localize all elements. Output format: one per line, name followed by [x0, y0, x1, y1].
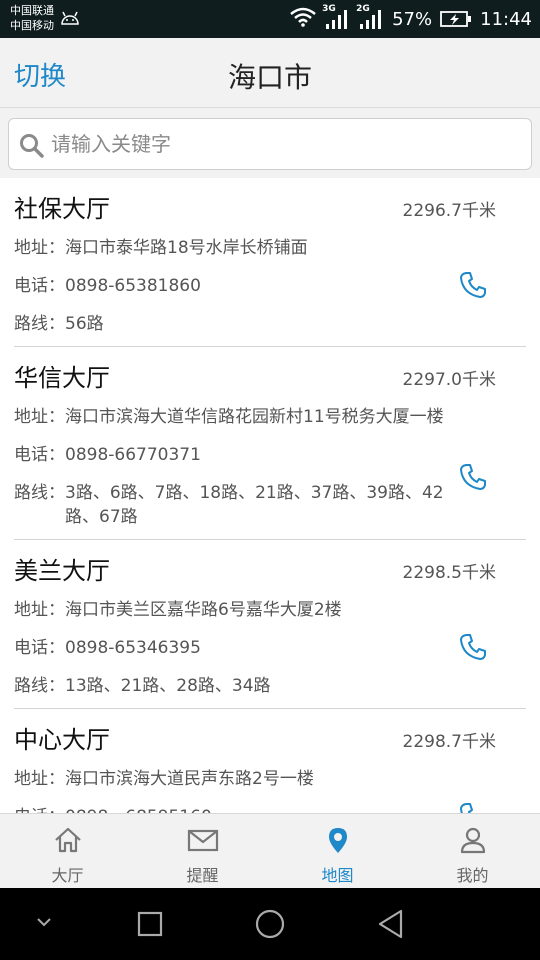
phone-value: 0898-65346395	[65, 638, 201, 658]
hall-distance: 2296.7千米	[402, 201, 496, 221]
address-value: 海口市滨海大道华信路花园新村11号税务大厦一楼	[65, 407, 444, 427]
hall-phone: 电话： 0898-65381860	[14, 268, 526, 306]
call-phone-icon[interactable]	[458, 270, 488, 300]
hall-route: 路线： 13路、21路、28路、34路	[14, 668, 526, 706]
clock: 11:44	[480, 8, 532, 30]
home-button-icon[interactable]	[254, 908, 286, 944]
hall-phone: 电话： 0898—68595160	[14, 799, 526, 813]
address-label: 地址：	[14, 769, 65, 789]
battery-percent: 57%	[392, 8, 433, 30]
route-value: 56路	[65, 314, 104, 334]
wifi-icon	[290, 7, 316, 32]
network-2g-label: 2G	[356, 4, 370, 14]
phone-label: 电话：	[14, 805, 65, 813]
phone-label: 电话：	[14, 445, 65, 465]
tab-hall[interactable]: 大厅	[0, 814, 135, 888]
phone-value: 0898-65381860	[65, 276, 201, 296]
search-box[interactable]	[8, 118, 532, 170]
hall-distance: 2297.0千米	[402, 370, 496, 390]
signal-2g-icon: 2G	[356, 4, 384, 30]
status-bar: 中国联通 中国移动 3G 2G 57% 11:44	[0, 0, 540, 38]
page-title: 海口市	[227, 61, 312, 94]
user-icon	[459, 826, 487, 858]
call-phone-icon[interactable]	[458, 632, 488, 662]
hall-address: 地址： 海口市滨海大道民声东路2号一楼	[14, 761, 526, 799]
android-icon	[60, 10, 80, 29]
carrier-2: 中国移动	[10, 19, 54, 32]
list-item[interactable]: 社保大厅 2296.7千米 地址： 海口市泰华路18号水岸长桥铺面 电话： 08…	[14, 178, 526, 347]
phone-value: 0898-66770371	[65, 445, 201, 465]
tab-reminder[interactable]: 提醒	[135, 814, 270, 888]
search-area	[0, 108, 540, 178]
tab-label: 大厅	[51, 866, 84, 885]
tab-label: 我的	[456, 866, 489, 885]
hall-address: 地址： 海口市泰华路18号水岸长桥铺面	[14, 230, 526, 268]
address-value: 海口市滨海大道民声东路2号一楼	[65, 769, 314, 789]
status-icons: 3G 2G 57% 11:44	[290, 0, 532, 38]
address-value: 海口市美兰区嘉华路6号嘉华大厦2楼	[65, 600, 342, 620]
address-value: 海口市泰华路18号水岸长桥铺面	[65, 238, 308, 258]
route-value: 13路、21路、28路、34路	[65, 676, 271, 696]
call-phone-icon[interactable]	[458, 801, 488, 813]
hall-address: 地址： 海口市滨海大道华信路花园新村11号税务大厦一楼	[14, 399, 526, 437]
system-nav-bar	[0, 888, 540, 960]
list-item[interactable]: 中心大厅 2298.7千米 地址： 海口市滨海大道民声东路2号一楼 电话： 08…	[14, 709, 526, 813]
hall-distance: 2298.5千米	[402, 563, 496, 583]
route-label: 路线：	[14, 483, 65, 503]
hall-address: 地址： 海口市美兰区嘉华路6号嘉华大厦2楼	[14, 592, 526, 630]
list-item[interactable]: 华信大厅 2297.0千米 地址： 海口市滨海大道华信路花园新村11号税务大厦一…	[14, 347, 526, 540]
home-icon	[53, 826, 83, 858]
call-phone-icon[interactable]	[458, 462, 488, 492]
network-3g-label: 3G	[322, 4, 336, 14]
route-label: 路线：	[14, 314, 65, 334]
hall-phone: 电话： 0898-66770371	[14, 437, 526, 475]
map-pin-icon	[324, 826, 352, 858]
hall-distance: 2298.7千米	[402, 732, 496, 752]
mail-icon	[187, 826, 219, 858]
tab-map[interactable]: 地图	[270, 814, 405, 888]
address-label: 地址：	[14, 407, 65, 427]
recent-apps-icon[interactable]	[136, 910, 164, 942]
carrier-1: 中国联通	[10, 4, 54, 17]
phone-label: 电话：	[14, 276, 65, 296]
tab-label: 提醒	[186, 866, 219, 885]
hall-route: 路线： 56路	[14, 306, 526, 344]
route-value: 3路、6路、7路、18路、21路、37路、39路、42路、67路	[65, 483, 444, 527]
hall-route: 路线： 3路、6路、7路、18路、21路、37路、39路、42路、67路	[14, 475, 526, 537]
address-label: 地址：	[14, 600, 65, 620]
hall-phone: 电话： 0898-65346395	[14, 630, 526, 668]
carrier-info: 中国联通 中国移动	[10, 3, 54, 33]
header-bar: 切换 海口市	[0, 38, 540, 108]
list-item[interactable]: 美兰大厅 2298.5千米 地址： 海口市美兰区嘉华路6号嘉华大厦2楼 电话： …	[14, 540, 526, 709]
search-icon	[19, 133, 45, 163]
back-icon[interactable]	[376, 908, 406, 944]
bottom-tab-bar: 大厅 提醒 地图 我的	[0, 813, 540, 888]
hall-list[interactable]: 社保大厅 2296.7千米 地址： 海口市泰华路18号水岸长桥铺面 电话： 08…	[0, 178, 540, 813]
chevron-down-icon[interactable]	[34, 914, 54, 934]
battery-charging-icon	[440, 10, 472, 28]
address-label: 地址：	[14, 238, 65, 258]
phone-value: 0898—68595160	[65, 805, 526, 813]
search-input[interactable]	[51, 119, 521, 169]
signal-3g-icon: 3G	[322, 4, 350, 30]
tab-label: 地图	[321, 866, 354, 885]
tab-mine[interactable]: 我的	[405, 814, 540, 888]
phone-label: 电话：	[14, 638, 65, 658]
route-label: 路线：	[14, 676, 65, 696]
